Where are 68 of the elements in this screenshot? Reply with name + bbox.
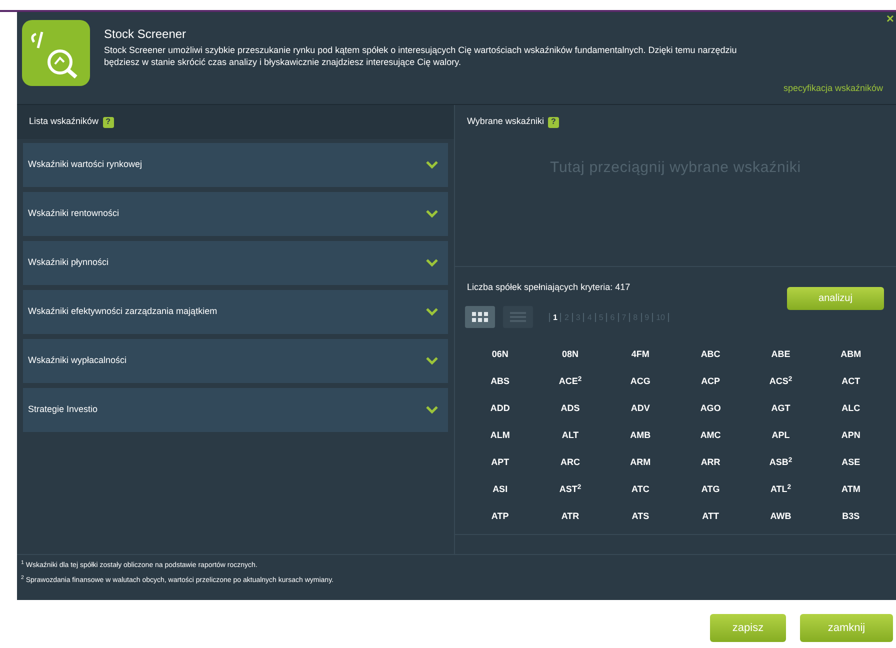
- ticker-link[interactable]: ATG: [701, 481, 720, 497]
- ticker-link[interactable]: 4FM: [631, 346, 650, 362]
- ticker-link[interactable]: ALM: [490, 427, 510, 443]
- ticker-link[interactable]: ABM: [840, 346, 862, 362]
- ticker-link[interactable]: ACT: [842, 373, 860, 389]
- ticker-link[interactable]: ADS: [560, 400, 580, 416]
- ticker-link[interactable]: AGO: [700, 400, 721, 416]
- ticker-link[interactable]: ATL$^{2}$: [770, 481, 792, 497]
- specification-link[interactable]: specyfikacja wskaźników: [783, 82, 883, 96]
- matching-count: Liczba spółek spełniających kryteria: 417: [467, 281, 630, 294]
- list-icon: [510, 312, 526, 322]
- ticker-link[interactable]: ATP: [491, 508, 509, 524]
- chevron-down-icon: [426, 308, 438, 316]
- ticker-link[interactable]: ASE: [842, 454, 860, 470]
- accordion-item[interactable]: Wskaźniki rentowności: [23, 192, 448, 236]
- ticker-link[interactable]: ATT: [702, 508, 719, 524]
- accordion-item[interactable]: Wskaźniki wypłacalności: [23, 339, 448, 383]
- dialog-title: Stock Screener: [104, 26, 188, 42]
- ticker-link[interactable]: 06N: [492, 346, 508, 362]
- ticker-link[interactable]: AWB: [770, 508, 792, 524]
- panel-title: Wybrane wskaźniki: [467, 115, 544, 128]
- ticker-link[interactable]: ATS: [632, 508, 650, 524]
- ticker-link[interactable]: AGT: [771, 400, 790, 416]
- ticker-link[interactable]: ALT: [562, 427, 579, 443]
- ticker-link[interactable]: APT: [491, 454, 510, 470]
- accordion-item[interactable]: Wskaźniki wartości rynkowej: [23, 143, 448, 187]
- ticker-link[interactable]: ALC: [842, 400, 860, 416]
- ticker-link[interactable]: ATC: [631, 481, 650, 497]
- chevron-down-icon: [426, 259, 438, 267]
- dialog-description: Stock Screener umożliwi szybkie przeszukanie rynku pod kątem spółek o interesujących Cię wartościach wskaźników fundamentalnych. Dzięki temu narzędziu będziesz w stanie skrócić czas analizy i błyskawicznie znajdziesz interesujące Cię walory.: [104, 44, 738, 68]
- page-link[interactable]: 1: [549, 312, 560, 322]
- ticker-link[interactable]: ACG: [630, 373, 650, 389]
- ticker-link[interactable]: ACS$^{2}$: [769, 373, 792, 389]
- chevron-down-icon: [426, 161, 438, 169]
- ticker-link[interactable]: APN: [841, 427, 860, 443]
- ticker-link[interactable]: ASI: [492, 481, 508, 497]
- accordion-item[interactable]: Wskaźniki efektywności zarządzania majątkiem: [23, 290, 448, 334]
- grid-icon: [472, 312, 488, 322]
- ticker-link[interactable]: ASB$^{2}$: [769, 454, 792, 470]
- ticker-link[interactable]: B3S: [842, 508, 860, 524]
- ticker-link[interactable]: ARM: [630, 454, 651, 470]
- accordion-item[interactable]: Strategie Investio: [23, 388, 448, 432]
- ticker-link[interactable]: ATR: [561, 508, 580, 524]
- grid-view-button[interactable]: [465, 306, 495, 328]
- ticker-link[interactable]: AMB: [630, 427, 651, 443]
- close-button[interactable]: ×: [886, 12, 894, 26]
- help-icon[interactable]: ?: [102, 116, 114, 128]
- ticker-link[interactable]: APL: [772, 427, 790, 443]
- ticker-link[interactable]: ADV: [630, 400, 650, 416]
- accordion-item[interactable]: Wskaźniki płynności: [23, 241, 448, 285]
- ticker-link[interactable]: 08N: [562, 346, 578, 362]
- ticker-link[interactable]: AST$^{2}$: [559, 481, 582, 497]
- ticker-link[interactable]: ACP: [701, 373, 720, 389]
- ticker-link[interactable]: ADD: [490, 400, 510, 416]
- chevron-down-icon: [426, 406, 438, 414]
- ticker-link[interactable]: ABE: [771, 346, 790, 362]
- panel-title: Lista wskaźników: [29, 115, 99, 128]
- ticker-link[interactable]: ATM: [841, 481, 860, 497]
- ticker-link[interactable]: ABC: [700, 346, 720, 362]
- ticker-link[interactable]: ARC: [560, 454, 580, 470]
- ticker-link[interactable]: ABS: [490, 373, 510, 389]
- help-icon[interactable]: ?: [548, 116, 559, 128]
- chevron-down-icon: [426, 210, 438, 218]
- ticker-link[interactable]: ARR: [700, 454, 720, 470]
- chevron-down-icon: [426, 357, 438, 365]
- ticker-link[interactable]: ACE$^{2}$: [558, 373, 582, 389]
- ticker-link[interactable]: AMC: [700, 427, 721, 443]
- magnifier-logo-icon: [22, 20, 90, 86]
